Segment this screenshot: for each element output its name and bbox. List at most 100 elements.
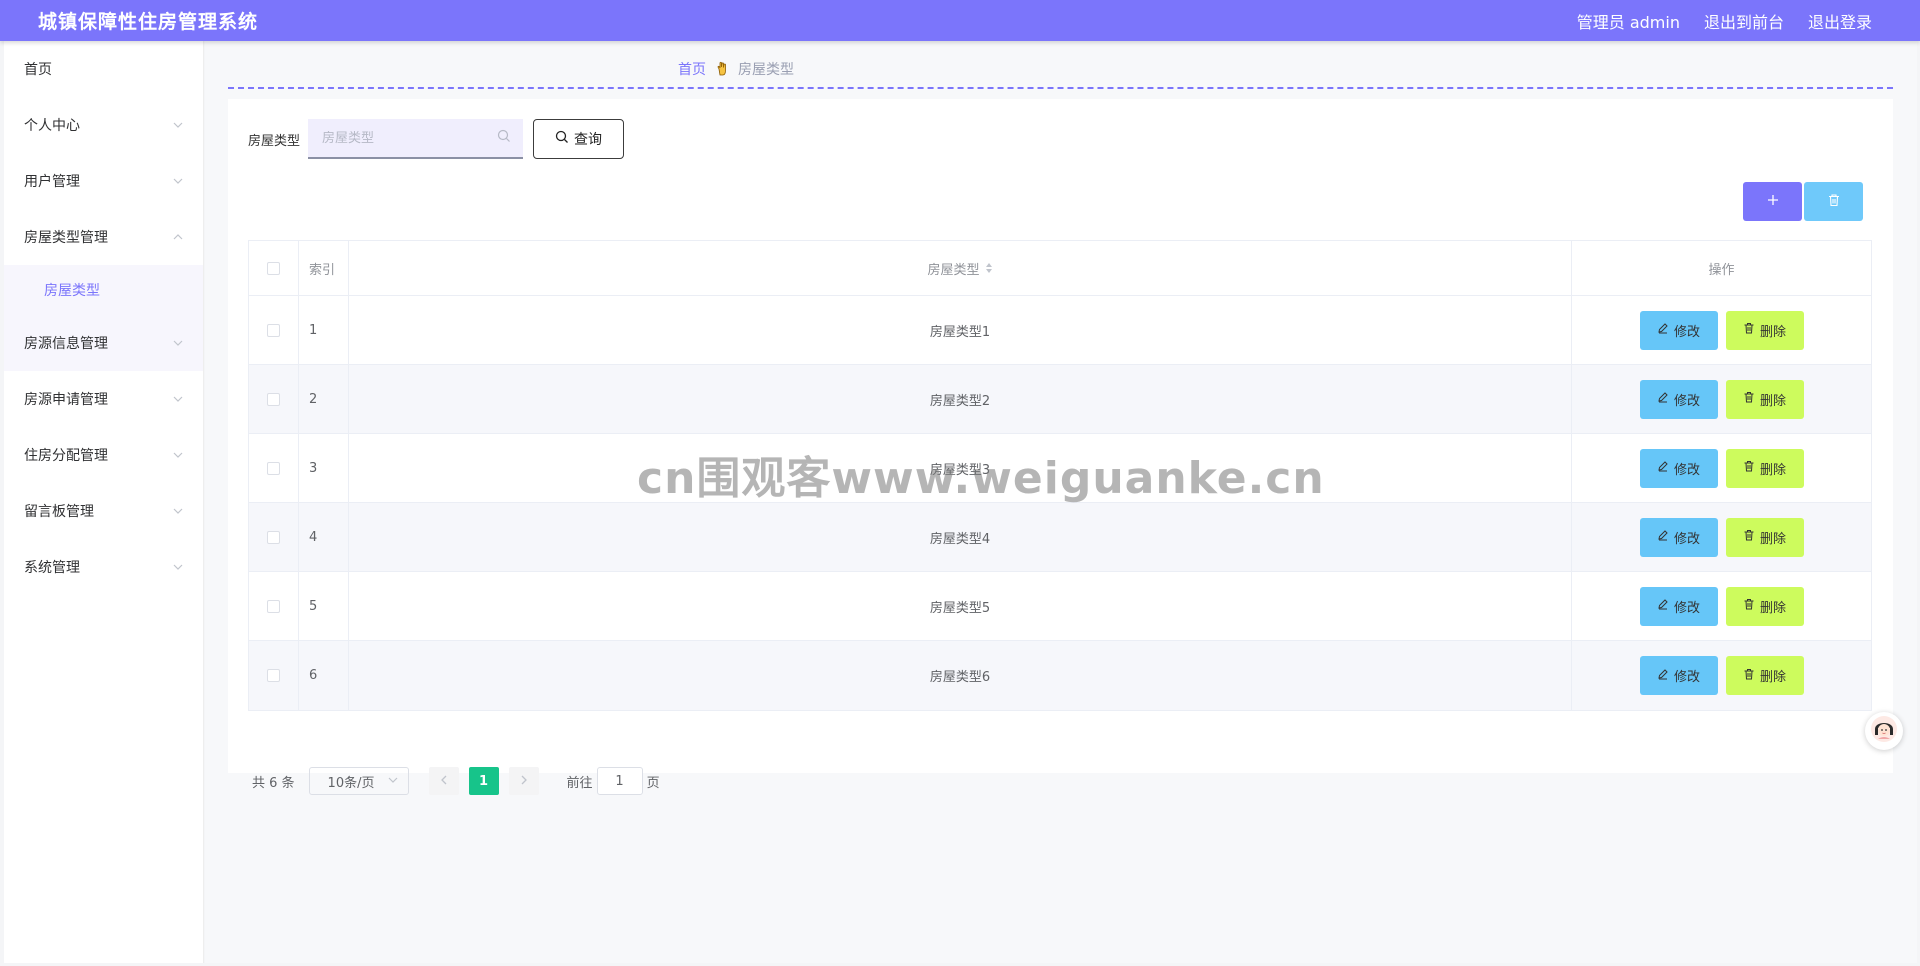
edit-button-label: 修改 — [1673, 462, 1700, 478]
trash-icon — [1743, 322, 1755, 338]
chevron-down-icon — [173, 120, 183, 130]
row-ops: 修改 删除 — [1572, 365, 1871, 433]
sidebar-item-profile[interactable]: 个人中心 — [4, 97, 203, 153]
row-index: 2 — [299, 365, 349, 433]
chevron-down-icon — [173, 176, 183, 186]
add-button[interactable] — [1743, 182, 1802, 221]
hand-point-icon — [714, 61, 730, 77]
row-ops: 修改 删除 — [1572, 296, 1871, 364]
edit-button-label: 修改 — [1673, 670, 1700, 685]
sidebar-item-label: 住房分配管理 — [24, 448, 108, 464]
sidebar-item-applications[interactable]: 房源申请管理 — [4, 371, 203, 427]
delete-button[interactable]: 删除 — [1725, 448, 1804, 488]
sidebar-item-house-type[interactable]: 房屋类型管理 — [4, 209, 203, 265]
search-icon — [497, 129, 511, 147]
header-type-label: 房屋类型 — [927, 262, 980, 278]
search-input[interactable] — [322, 130, 483, 146]
trash-icon — [1743, 529, 1755, 545]
chevron-down-icon — [173, 506, 183, 516]
edit-button-label: 修改 — [1673, 324, 1700, 340]
row-checkbox-cell — [249, 434, 299, 502]
chevron-down-icon — [173, 338, 183, 348]
assistant-avatar[interactable] — [1865, 712, 1903, 750]
sidebar-item-label: 系统管理 — [24, 560, 80, 576]
delete-button[interactable]: 删除 — [1725, 310, 1804, 350]
prev-page-button[interactable] — [428, 767, 459, 795]
sidebar-item-messages[interactable]: 留言板管理 — [4, 483, 203, 539]
row-checkbox[interactable] — [267, 461, 280, 475]
breadcrumb-home[interactable]: 首页 — [678, 59, 706, 79]
sidebar-item-allocation[interactable]: 住房分配管理 — [4, 427, 203, 483]
goto-suffix: 页 — [646, 775, 660, 791]
select-all-checkbox[interactable] — [267, 261, 280, 275]
sidebar-item-label: 用户管理 — [24, 174, 80, 190]
chevron-up-icon — [173, 232, 183, 242]
page-size-select[interactable]: 10条/页 — [308, 767, 409, 795]
row-index: 6 — [299, 641, 349, 710]
delete-button[interactable]: 删除 — [1725, 517, 1804, 557]
table-row: 1 房屋类型1 修改 删除 — [249, 296, 1871, 365]
delete-button-label: 删除 — [1759, 600, 1786, 616]
row-ops: 修改 删除 — [1572, 641, 1871, 710]
pencil-icon — [1657, 391, 1669, 407]
edit-button[interactable]: 修改 — [1639, 310, 1718, 350]
edit-button[interactable]: 修改 — [1639, 586, 1718, 626]
row-index: 1 — [299, 296, 349, 364]
trash-icon — [1743, 460, 1755, 476]
edit-button-label: 修改 — [1673, 600, 1700, 616]
plus-icon — [1766, 193, 1780, 211]
edit-button[interactable]: 修改 — [1639, 379, 1718, 419]
page-number-current[interactable]: 1 — [468, 767, 499, 795]
row-ops: 修改 删除 — [1572, 434, 1871, 502]
row-checkbox[interactable] — [267, 599, 280, 613]
edit-button[interactable]: 修改 — [1639, 656, 1718, 695]
edit-button-label: 修改 — [1673, 393, 1700, 409]
chevron-down-icon — [173, 394, 183, 404]
row-checkbox[interactable] — [267, 323, 280, 337]
batch-delete-button[interactable] — [1804, 182, 1863, 221]
delete-button[interactable]: 删除 — [1725, 586, 1804, 626]
header-index: 索引 — [299, 241, 349, 295]
pencil-icon — [1657, 322, 1669, 338]
row-checkbox[interactable] — [267, 392, 280, 406]
edit-button[interactable]: 修改 — [1639, 448, 1718, 488]
logout-link[interactable]: 退出登录 — [1808, 9, 1872, 33]
header-type[interactable]: 房屋类型 — [349, 241, 1572, 295]
row-type: 房屋类型6 — [349, 641, 1572, 710]
submenu-house-type: 房屋类型 — [4, 265, 203, 315]
goto-page-input[interactable] — [596, 767, 643, 795]
next-page-button[interactable] — [508, 767, 539, 795]
sidebar-subitem-house-type[interactable]: 房屋类型 — [4, 265, 203, 315]
pagination-total: 共 6 条 — [252, 775, 295, 791]
table-row: 3 房屋类型3 修改 删除 — [249, 434, 1871, 503]
query-button[interactable]: 查询 — [533, 119, 625, 159]
row-checkbox[interactable] — [267, 530, 280, 544]
breadcrumb-current: 房屋类型 — [738, 62, 794, 78]
chevron-down-icon — [173, 562, 183, 572]
data-table: 索引 房屋类型 操作 1 房屋类型1 修改 删除 2 房屋类型2 修改 删除 3… — [248, 240, 1872, 711]
avatar-icon — [1870, 715, 1898, 747]
delete-button-label: 删除 — [1759, 462, 1786, 478]
trash-icon — [1827, 193, 1841, 211]
sort-icon[interactable] — [985, 262, 993, 274]
table-header-row: 索引 房屋类型 操作 — [249, 241, 1871, 296]
row-checkbox-cell — [249, 365, 299, 433]
delete-button[interactable]: 删除 — [1725, 656, 1804, 695]
edit-button[interactable]: 修改 — [1639, 517, 1718, 557]
sidebar-item-label: 房源信息管理 — [24, 336, 108, 352]
header-checkbox-cell — [249, 241, 299, 295]
chevron-right-icon — [519, 774, 529, 789]
sidebar-item-label: 房源申请管理 — [24, 392, 108, 408]
sidebar-item-listings[interactable]: 房源信息管理 — [4, 315, 203, 371]
row-index: 5 — [299, 572, 349, 640]
sidebar-item-label: 首页 — [24, 62, 52, 78]
row-checkbox[interactable] — [267, 669, 280, 682]
delete-button-label: 删除 — [1759, 670, 1786, 685]
search-row: 房屋类型 查询 — [248, 119, 625, 159]
row-checkbox-cell — [249, 296, 299, 364]
front-link[interactable]: 退出到前台 — [1704, 9, 1784, 33]
delete-button[interactable]: 删除 — [1725, 379, 1804, 419]
sidebar-item-system[interactable]: 系统管理 — [4, 539, 203, 595]
sidebar-item-home[interactable]: 首页 — [4, 41, 203, 97]
sidebar-item-users[interactable]: 用户管理 — [4, 153, 203, 209]
